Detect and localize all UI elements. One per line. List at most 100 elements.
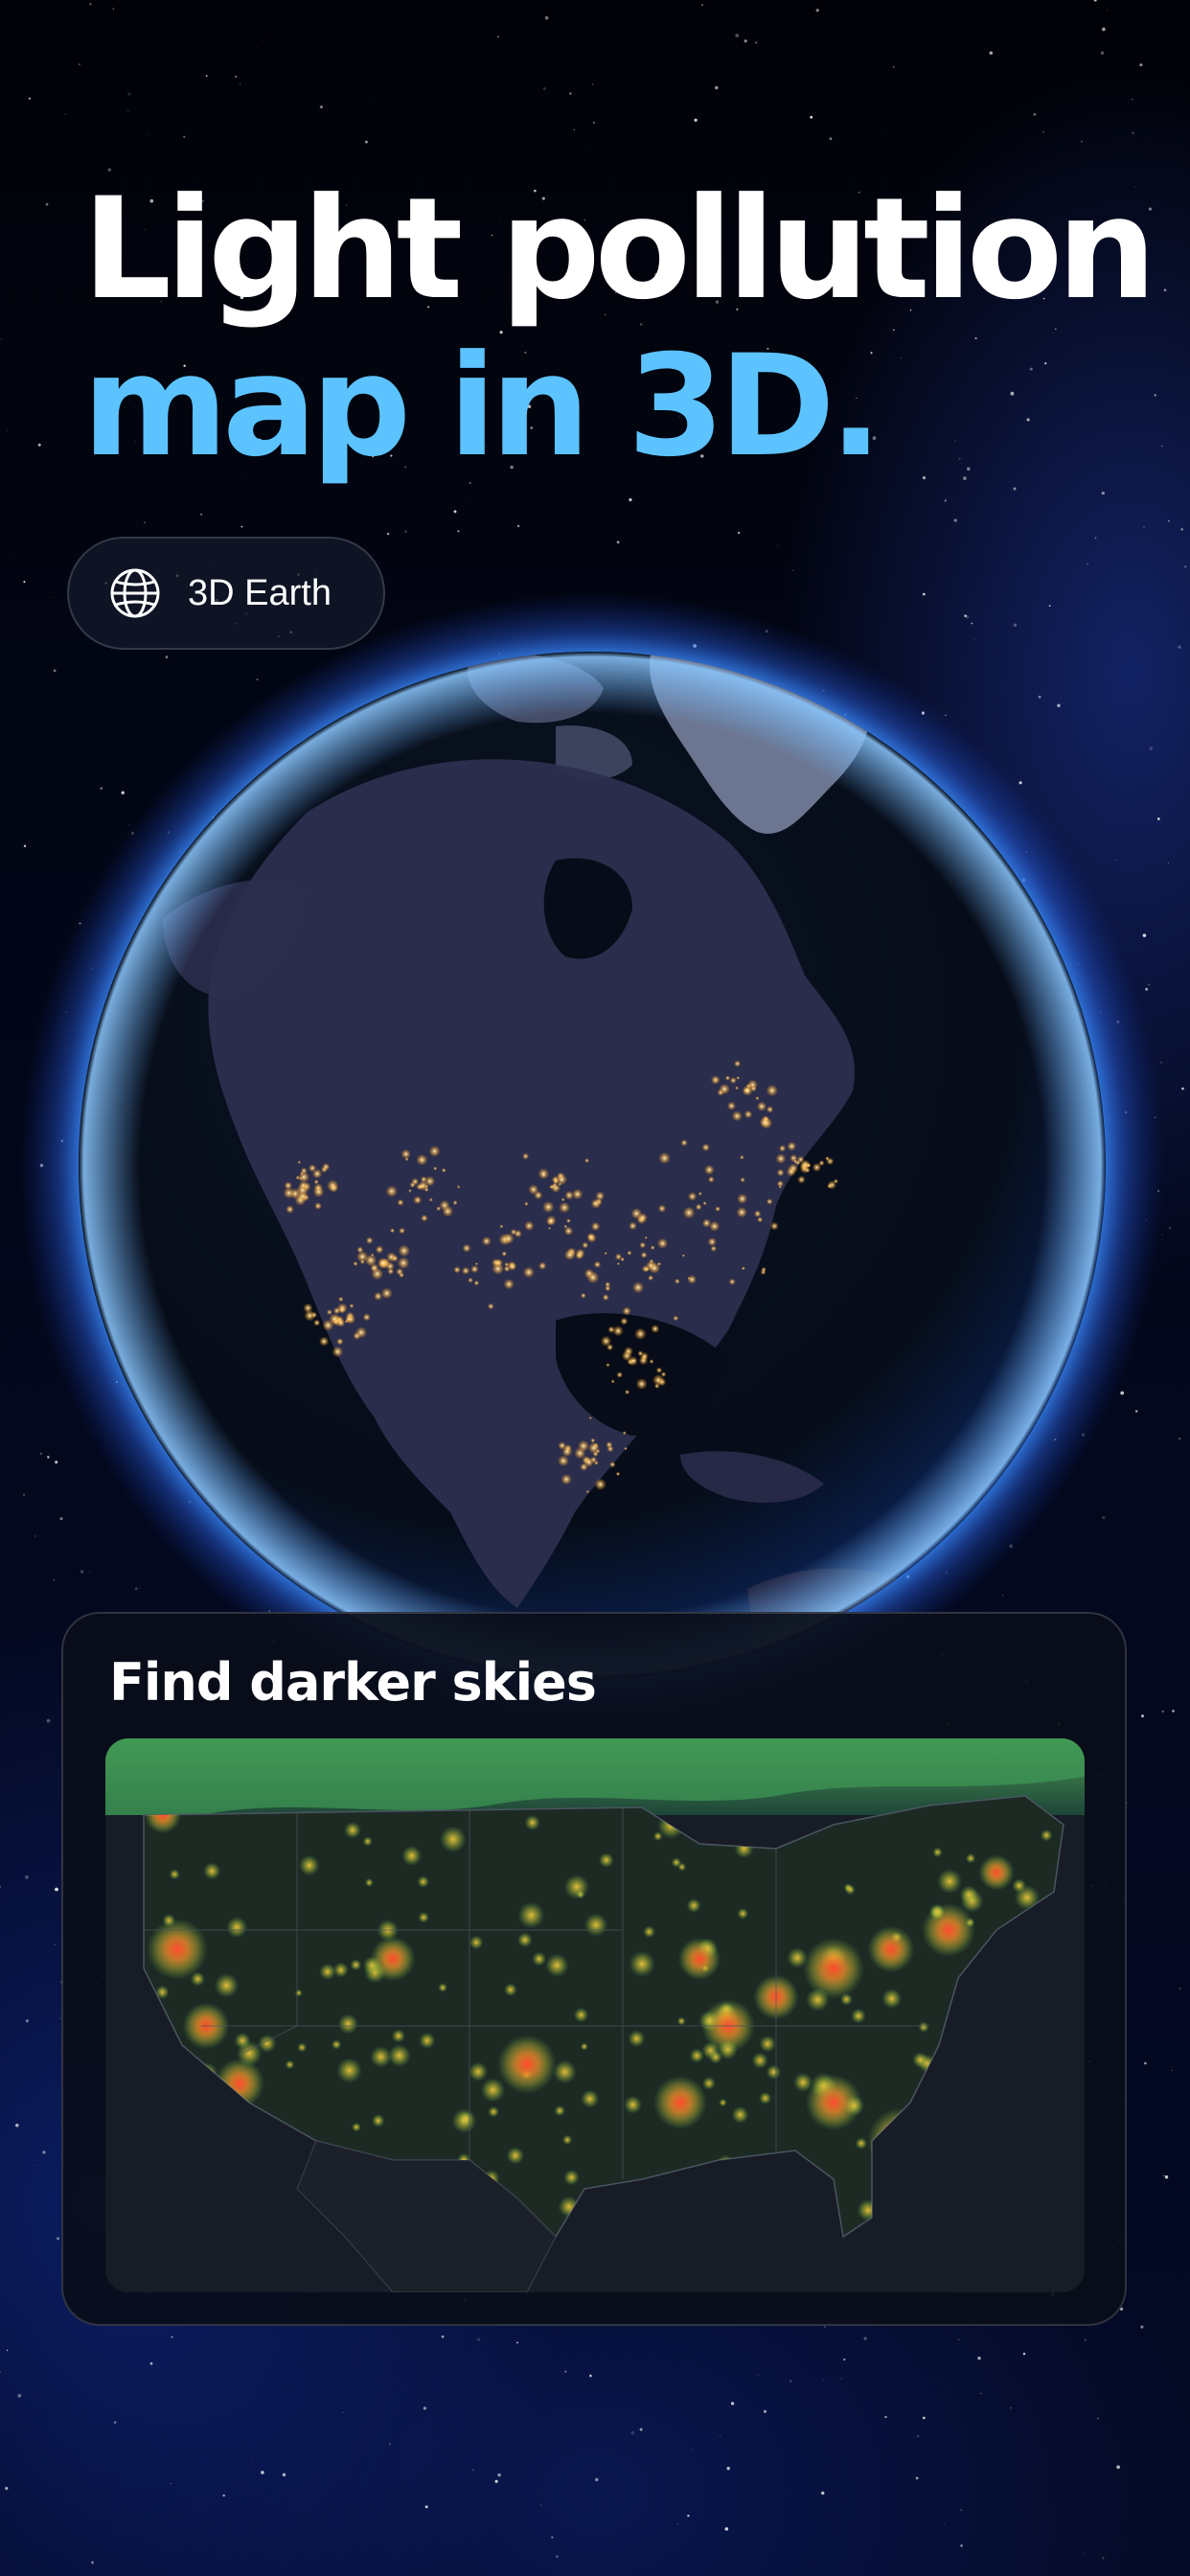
pollution-dot [417,1875,430,1888]
pollution-dot [337,2013,358,2035]
star [977,2356,981,2360]
pollution-hotspot [978,1854,1015,1891]
headline-line-1: Light pollution [82,168,1156,331]
star [980,2392,982,2394]
star [1169,1227,1171,1230]
star [16,1441,18,1443]
pollution-dot [598,1852,614,1868]
star [319,104,324,109]
pollution-dot [1012,1878,1027,1894]
pollution-dot [532,1951,547,1966]
pollution-dot [554,2104,565,2117]
pollution-dot [480,2078,506,2103]
star [171,2482,172,2484]
pollution-hotspot [653,2076,707,2129]
3d-earth-pill[interactable]: 3D Earth [67,537,385,650]
pollution-dot [545,1953,569,1977]
star [989,51,994,55]
star [240,525,243,528]
pollution-hotspot [497,2035,557,2094]
pollution-dot [439,1826,467,1853]
star [1102,2556,1105,2560]
star [375,96,377,98]
star [1042,131,1044,133]
pollution-hotspot [922,1903,975,1957]
star [441,2334,445,2338]
star [1179,1987,1181,1990]
pollution-dot [731,2105,749,2124]
star [1178,1438,1181,1440]
pollution-dot [932,1847,943,1857]
star [589,144,590,146]
star [282,2472,286,2477]
pollution-dot [918,2021,929,2033]
darker-skies-card[interactable]: Find darker skies [61,1612,1127,2326]
star [1139,63,1143,67]
star [589,2374,592,2378]
star [943,2523,945,2525]
star [1140,2325,1144,2329]
star [1013,487,1017,491]
star [235,75,238,79]
star [364,140,368,144]
pollution-dot [364,1877,374,1887]
pollution-hotspot [803,1938,864,1999]
star [863,2336,867,2340]
pollution-dot [851,2008,866,2024]
star [7,429,9,431]
star [1183,565,1187,568]
star [1132,131,1135,135]
star [569,92,572,95]
star [1132,99,1133,101]
star [496,35,499,38]
star [143,521,146,524]
star [404,530,407,533]
star [453,510,457,514]
star [777,544,779,547]
light-pollution-map[interactable] [105,1738,1085,2292]
star [1083,2553,1084,2555]
star [915,2476,919,2480]
earth-globe [19,592,1165,1738]
star [37,443,41,447]
pollution-dot [517,1901,545,1929]
star [494,2479,498,2483]
pollution-dot [350,1959,362,1971]
star [341,2411,344,2414]
star [17,2394,22,2398]
star [840,2378,842,2380]
star [687,2514,690,2518]
pollution-hotspot [805,2074,862,2131]
star [820,2491,825,2496]
star [1127,1802,1129,1804]
pollution-dot [285,2059,295,2070]
star [45,202,49,206]
star [1116,2465,1120,2470]
pollution-dot [294,1989,303,1997]
pollution-dot [391,2029,405,2043]
star [726,2467,730,2471]
pollution-dot [458,2111,473,2127]
star [113,2421,117,2424]
pollution-dot [629,1950,655,1977]
star [1084,2338,1087,2341]
star [719,2435,721,2437]
pollution-dot [468,2061,489,2082]
star [222,2494,225,2497]
star [1107,10,1108,11]
star [843,2358,846,2361]
star [25,2019,29,2023]
star [1180,528,1184,531]
pollution-dot [584,1913,608,1937]
star [6,2349,9,2352]
pollution-dot [524,1814,540,1830]
star [917,2435,920,2438]
star [0,1885,2,1888]
star [250,2463,252,2465]
pollution-dot [719,2098,727,2107]
pollution-dot [766,2064,782,2080]
pollution-dot [371,2114,385,2128]
3d-earth-label: 3D Earth [188,572,332,613]
star [497,2472,501,2477]
pollution-dot [881,1989,903,2009]
